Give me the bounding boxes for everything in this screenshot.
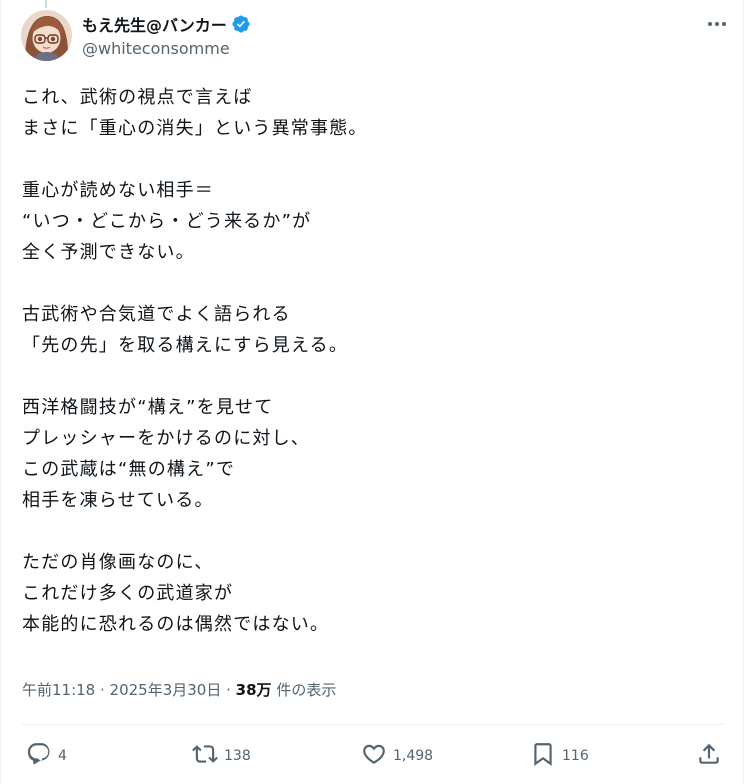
- bookmark-count: 116: [562, 748, 589, 764]
- repost-count: 138: [224, 748, 251, 764]
- avatar-illustration: [21, 10, 72, 61]
- tweet-line: 相手を凍らせている。: [22, 490, 214, 511]
- author-display-name[interactable]: もえ先生@バンカー: [82, 12, 227, 36]
- tweet-line: これ、武術の視点で言えば: [22, 87, 253, 108]
- tweet-line: 西洋格闘技が“構え”を見せて: [22, 397, 274, 418]
- bookmark-icon: [530, 741, 556, 771]
- views-count[interactable]: 38万: [236, 681, 272, 699]
- reply-count: 4: [58, 748, 67, 764]
- tweet-line: “いつ・どこから・どう来るか”が: [22, 211, 312, 232]
- tweet-line: ただの肖像画なのに、: [22, 552, 214, 573]
- tweet-line: [22, 516, 722, 547]
- divider: [21, 724, 725, 725]
- reply-icon: [26, 741, 52, 771]
- reply-button[interactable]: 4: [26, 738, 67, 774]
- tweet-line: 全く予測できない。: [22, 242, 195, 263]
- tweet-line: これだけ多くの武道家が: [22, 583, 234, 604]
- tweet-line: [22, 361, 722, 392]
- tweet-text: これ、武術の視点で言えば まさに「重心の消失」という異常事態。 重心が読めない相…: [22, 82, 722, 640]
- tweet-line: 「先の先」を取る構えにすら見える。: [22, 335, 349, 356]
- tweet-line: この武蔵は“無の構え”で: [22, 459, 236, 480]
- tweet-line: プレッシャーをかけるのに対し、: [22, 428, 310, 449]
- repost-button[interactable]: 138: [192, 738, 251, 774]
- tweet-line: [22, 144, 722, 175]
- like-count: 1,498: [393, 748, 434, 764]
- tweet-line: [22, 268, 722, 299]
- views-label: 件の表示: [271, 681, 337, 699]
- thread-connector-line: [45, 0, 47, 8]
- meta-separator: ·: [221, 681, 236, 699]
- tweet-line: 古武術や合気道でよく語られる: [22, 304, 291, 325]
- meta-separator: ·: [95, 681, 110, 699]
- bookmark-button[interactable]: 116: [530, 738, 589, 774]
- share-button[interactable]: [696, 738, 722, 774]
- more-options-icon[interactable]: [706, 14, 728, 34]
- verified-badge-icon: [231, 14, 251, 34]
- tweet-date[interactable]: 2025年3月30日: [110, 681, 222, 699]
- share-icon: [696, 741, 722, 771]
- tweet-line: まさに「重心の消失」という異常事態。: [22, 118, 368, 139]
- avatar[interactable]: [21, 10, 72, 61]
- heart-icon: [361, 741, 387, 771]
- like-button[interactable]: 1,498: [361, 738, 433, 774]
- author-handle[interactable]: @whiteconsomme: [82, 39, 230, 58]
- author-name-row[interactable]: もえ先生@バンカー: [82, 12, 251, 36]
- tweet-time[interactable]: 午前11:18: [22, 681, 95, 699]
- tweet-meta: 午前11:18 · 2025年3月30日 · 38万 件の表示: [22, 679, 336, 700]
- tweet-line: 本能的に恐れるのは偶然ではない。: [22, 614, 330, 635]
- tweet-line: 重心が読めない相手＝: [22, 180, 214, 201]
- repost-icon: [192, 741, 218, 771]
- action-bar: 4 138 1,498 116: [0, 738, 745, 774]
